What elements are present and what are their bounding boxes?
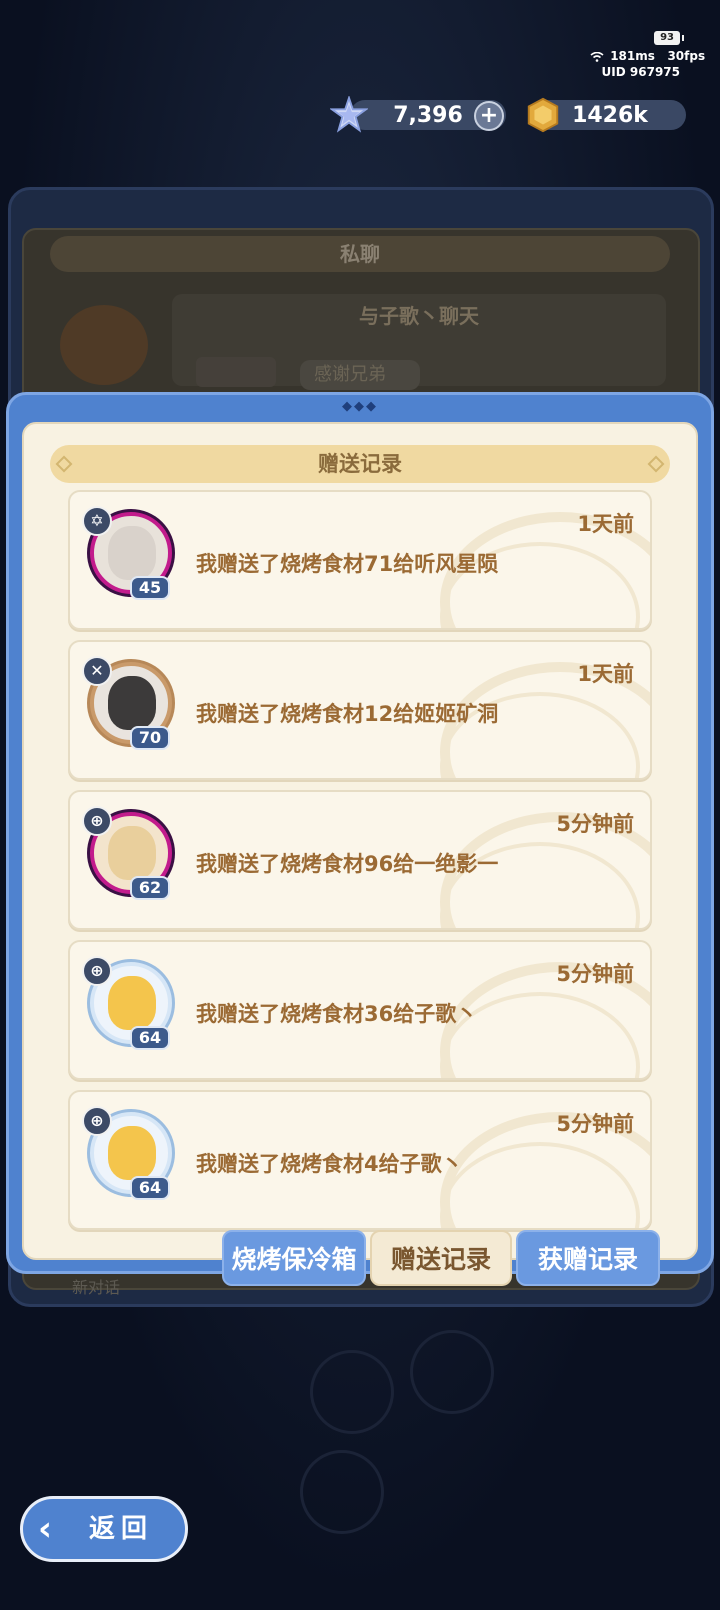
back-arrow-icon: ‹: [38, 1509, 53, 1549]
back-button-label: 返回: [88, 1514, 153, 1544]
add-gems-button[interactable]: +: [474, 101, 504, 131]
dim-circle-icon: [410, 1330, 494, 1414]
player-avatar[interactable]: ✕ 70: [82, 656, 178, 756]
gift-record-item: ⊕ 62 5分钟前 我赠送了烧烤食材96给一绝影一: [68, 790, 652, 930]
level-badge: 45: [130, 576, 170, 600]
wifi-icon: [590, 51, 604, 62]
gift-record-item: ✡ 45 1天前 我赠送了烧烤食材71给听风星陨: [68, 490, 652, 630]
new-dialog-label: 新对话: [72, 1278, 121, 1297]
gift-record-item: ⊕ 64 5分钟前 我赠送了烧烤食材36给子歌丶: [68, 940, 652, 1080]
modal-top-ornament: ◆◆◆: [342, 399, 378, 414]
chat-small-avatar: [196, 357, 276, 387]
class-badge-icon: ⊕: [82, 806, 112, 836]
gem-amount: 7,396: [393, 102, 463, 128]
uid-text: UID 967975: [601, 65, 680, 79]
record-time: 5分钟前: [556, 1112, 634, 1136]
gift-record-item: ✕ 70 1天前 我赠送了烧烤食材12给姬姬矿洞: [68, 640, 652, 780]
dim-circle-icon: [300, 1450, 384, 1534]
chat-contact-avatar: [60, 305, 148, 385]
dim-circle-icon: [310, 1350, 394, 1434]
avatar-portrait: [108, 826, 156, 880]
coin-amount: 1426k: [572, 102, 648, 128]
class-badge-icon: ✡: [82, 506, 112, 536]
tab-received-records[interactable]: 获赠记录: [516, 1230, 660, 1286]
level-badge: 62: [130, 876, 170, 900]
tab-bbq-cooler[interactable]: 烧烤保冷箱: [222, 1230, 366, 1286]
record-text: 我赠送了烧烤食材96给一绝影一: [196, 852, 499, 876]
level-badge: 64: [130, 1176, 170, 1200]
tab-gift-records[interactable]: 赠送记录: [370, 1230, 512, 1286]
fps-text: 30fps: [667, 49, 706, 63]
avatar-portrait: [108, 526, 156, 580]
coin-icon: [527, 97, 559, 133]
record-time: 1天前: [577, 512, 634, 536]
gift-record-item: ⊕ 64 5分钟前 我赠送了烧烤食材4给子歌丶: [68, 1090, 652, 1230]
record-time: 5分钟前: [556, 962, 634, 986]
record-text: 我赠送了烧烤食材12给姬姬矿洞: [196, 702, 499, 726]
ping-text: 181ms: [610, 49, 655, 63]
chat-title: 与子歌丶聊天: [359, 304, 479, 328]
record-time: 5分钟前: [556, 812, 634, 836]
class-badge-icon: ⊕: [82, 956, 112, 986]
star-gem-icon: [330, 96, 368, 133]
avatar-portrait: [108, 1126, 156, 1180]
player-avatar[interactable]: ⊕ 64: [82, 956, 178, 1056]
avatar-portrait: [108, 976, 156, 1030]
status-indicator: 93 181ms 30fps UID 967975: [590, 28, 705, 80]
record-text: 我赠送了烧烤食材71给听风星陨: [196, 552, 499, 576]
player-avatar[interactable]: ✡ 45: [82, 506, 178, 606]
player-avatar[interactable]: ⊕ 62: [82, 806, 178, 906]
level-badge: 70: [130, 726, 170, 750]
dimmed-icons-row: [20, 1330, 700, 1534]
record-text: 我赠送了烧烤食材36给子歌丶: [196, 1002, 478, 1026]
player-avatar[interactable]: ⊕ 64: [82, 1106, 178, 1206]
class-badge-icon: ✕: [82, 656, 112, 686]
level-badge: 64: [130, 1026, 170, 1050]
private-chat-header: 私聊: [50, 236, 670, 272]
battery-indicator: 93: [654, 31, 684, 45]
record-text: 我赠送了烧烤食材4给子歌丶: [196, 1152, 463, 1176]
chat-bubble: 感谢兄弟: [300, 360, 420, 390]
class-badge-icon: ⊕: [82, 1106, 112, 1136]
avatar-portrait: [108, 676, 156, 730]
record-time: 1天前: [577, 662, 634, 686]
modal-title: 赠送记录: [50, 445, 670, 483]
